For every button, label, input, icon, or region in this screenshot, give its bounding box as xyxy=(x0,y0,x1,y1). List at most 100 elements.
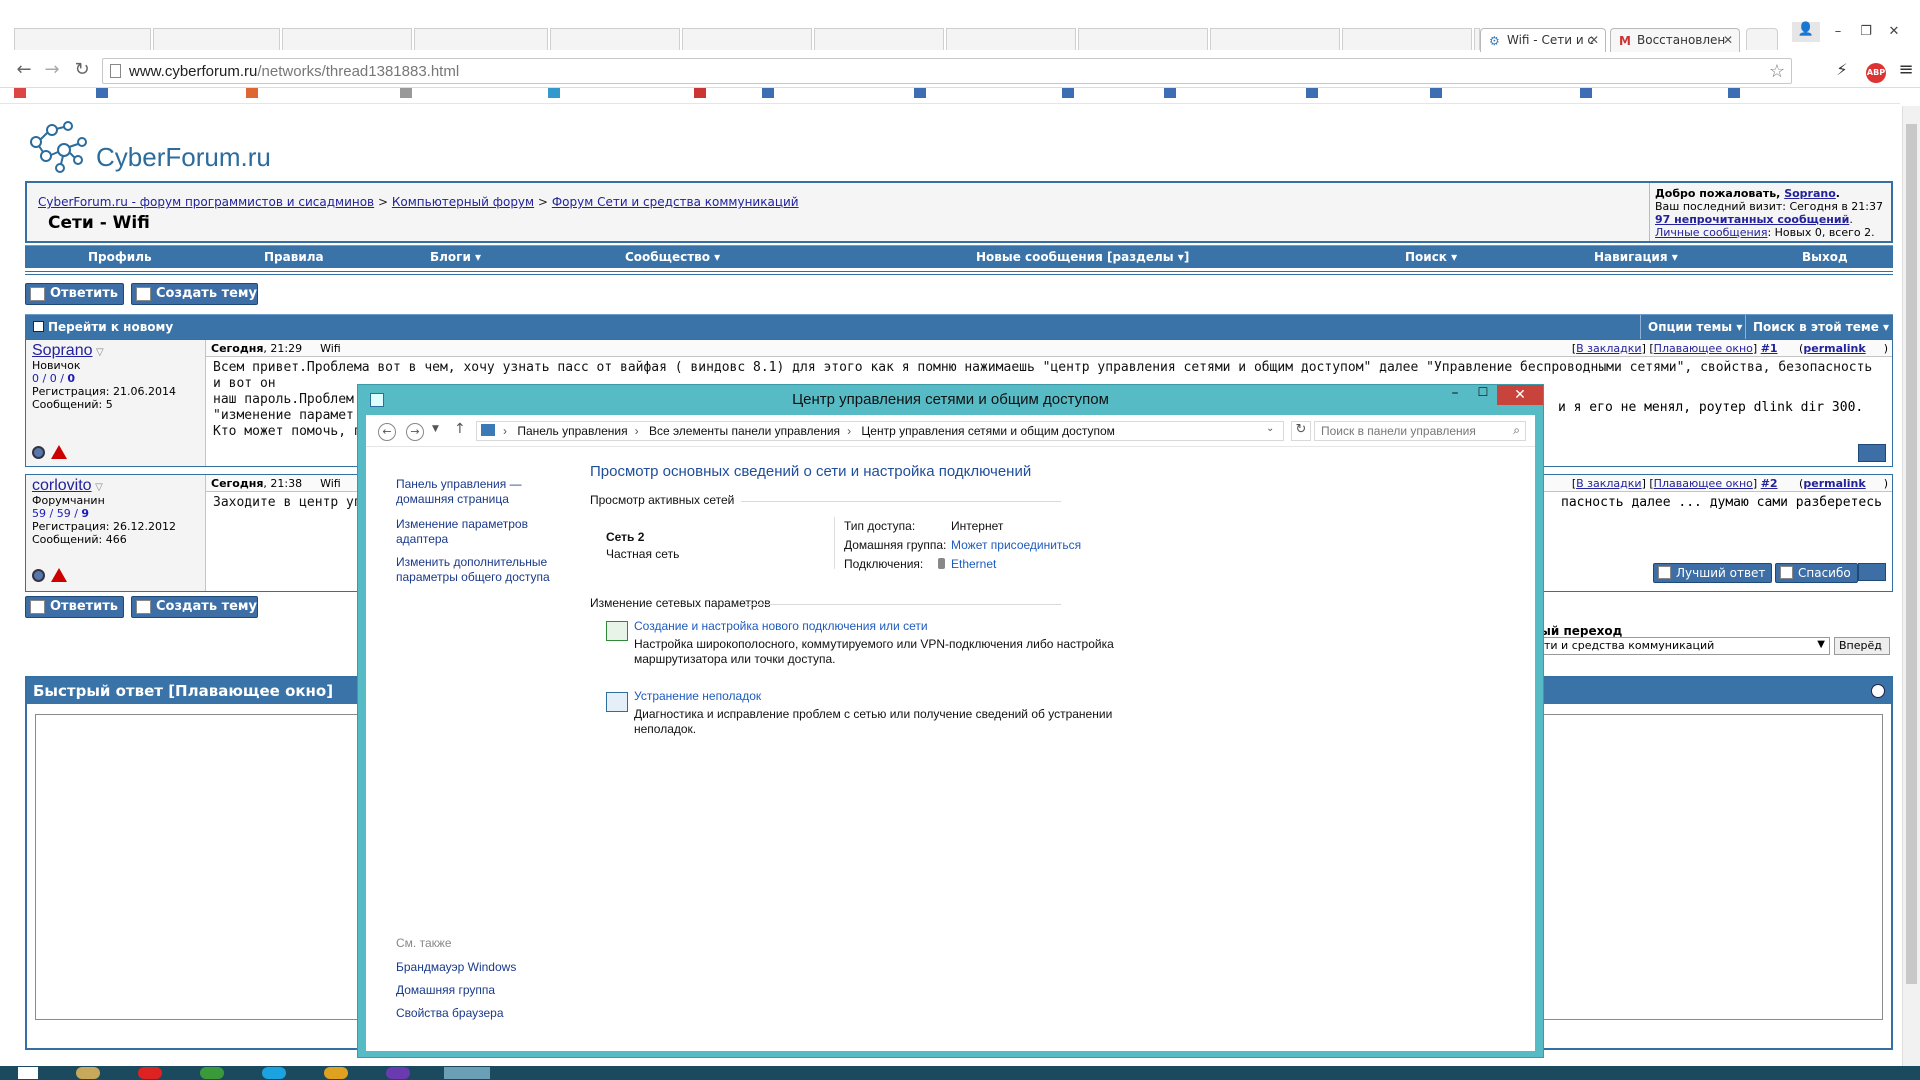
close-tab-icon[interactable]: ✕ xyxy=(1723,33,1733,47)
see-also-browser[interactable]: Свойства браузера xyxy=(396,1006,504,1021)
bookmark-item[interactable] xyxy=(1306,88,1321,100)
bookmark-item[interactable] xyxy=(1062,88,1077,100)
network-type[interactable]: Частная сеть xyxy=(606,547,679,562)
scrollbar-thumb[interactable] xyxy=(1906,124,1917,984)
control-panel-search[interactable]: Поиск в панели управления ⌕ xyxy=(1314,421,1526,441)
tab-hidden[interactable] xyxy=(414,28,548,50)
bookmark-link[interactable]: В закладки xyxy=(1576,342,1641,355)
float-window-link[interactable]: Плавающее окно xyxy=(1654,342,1753,355)
refresh-icon[interactable]: ↻ xyxy=(1291,421,1311,441)
close-tab-icon[interactable]: ✕ xyxy=(1589,33,1599,47)
username-link[interactable]: Soprano xyxy=(1784,187,1836,200)
bookmark-item[interactable] xyxy=(14,88,29,100)
up-arrow-icon[interactable]: ↑ xyxy=(454,421,466,437)
close-button[interactable]: ✕ xyxy=(1497,385,1543,405)
breadcrumb-path[interactable]: › Панель управления › Все элементы панели… xyxy=(476,421,1284,441)
tab-hidden[interactable] xyxy=(814,28,944,50)
back-arrow-icon[interactable]: ← xyxy=(378,423,396,441)
quick-jump-go-button[interactable]: Вперёд xyxy=(1834,637,1890,655)
see-also-homegroup[interactable]: Домашняя группа xyxy=(396,983,495,998)
minimize-button[interactable]: – xyxy=(1441,385,1469,405)
bookmark-star-icon[interactable]: ☆ xyxy=(1769,61,1785,82)
bookmark-item[interactable] xyxy=(400,88,415,100)
nav-logout[interactable]: Выход xyxy=(1802,250,1848,264)
bookmark-item[interactable] xyxy=(1728,88,1743,100)
breadcrumb-link-computer[interactable]: Компьютерный форум xyxy=(392,195,534,209)
tab-hidden[interactable] xyxy=(1078,28,1208,50)
path-segment[interactable]: Все элементы панели управления xyxy=(649,424,840,438)
extension-bolt-icon[interactable]: ⚡ xyxy=(1830,58,1854,82)
breadcrumb-link-home[interactable]: CyberForum.ru - форум программистов и си… xyxy=(38,195,374,209)
bookmark-item[interactable] xyxy=(1430,88,1445,100)
reply-button[interactable]: Ответить xyxy=(25,283,124,305)
bookmark-item[interactable] xyxy=(914,88,929,100)
minimize-button[interactable]: – xyxy=(1824,24,1852,44)
tab-hidden[interactable] xyxy=(1342,28,1472,50)
restore-button[interactable]: ❐ xyxy=(1852,24,1880,44)
post-username[interactable]: Soprano xyxy=(32,342,93,359)
nav-new-posts[interactable]: Новые сообщения [разделы ▾] xyxy=(976,250,1189,264)
troubleshoot-link[interactable]: Устранение неполадок xyxy=(634,689,761,704)
post-number-link[interactable]: #1 xyxy=(1761,342,1778,355)
quick-jump-select[interactable]: ти и средства коммуникаций ▼ xyxy=(1540,637,1830,655)
ethernet-link[interactable]: Ethernet xyxy=(938,557,996,572)
path-segment[interactable]: Панель управления xyxy=(517,424,627,438)
adblock-icon[interactable]: ABP xyxy=(1864,58,1888,83)
reputation-icon[interactable] xyxy=(32,569,45,582)
user-menu-icon[interactable]: ▽ xyxy=(96,347,104,358)
menu-icon[interactable]: ≡ xyxy=(1894,58,1918,82)
post-number-link[interactable]: #2 xyxy=(1761,477,1778,490)
thanks-button[interactable]: Спасибо xyxy=(1775,563,1858,583)
new-connection-link[interactable]: Создание и настройка нового подключения … xyxy=(634,619,928,634)
bookmark-item[interactable] xyxy=(96,88,111,100)
reload-icon[interactable]: ↻ xyxy=(70,58,94,82)
pm-link[interactable]: Личные сообщения xyxy=(1655,226,1767,239)
bookmark-link[interactable]: В закладки xyxy=(1576,477,1641,490)
bookmark-item[interactable] xyxy=(1580,88,1595,100)
report-warning-icon[interactable] xyxy=(51,445,67,459)
search-thread-menu[interactable]: Поиск в этой теме ▾ xyxy=(1753,320,1889,334)
quote-button[interactable] xyxy=(1858,444,1886,462)
collapse-icon[interactable] xyxy=(1871,684,1885,698)
go-to-new-link[interactable]: Перейти к новому xyxy=(33,320,173,334)
close-window-button[interactable]: ✕ xyxy=(1880,24,1908,44)
homegroup-join-link[interactable]: Может присоединиться xyxy=(951,538,1081,553)
nav-profile[interactable]: Профиль xyxy=(88,250,152,264)
quote-button[interactable] xyxy=(1858,563,1886,581)
tab-hidden[interactable] xyxy=(682,28,812,50)
report-warning-icon[interactable] xyxy=(51,568,67,582)
new-tab-button[interactable] xyxy=(1746,28,1778,50)
left-nav-adapter[interactable]: Изменение параметров адаптера xyxy=(396,517,528,547)
nav-navigation[interactable]: Навигация ▾ xyxy=(1594,250,1678,264)
explorer-icon[interactable] xyxy=(76,1067,100,1079)
tab-gmail[interactable]: M Восстановлен ✕ xyxy=(1610,28,1740,52)
recent-dropdown-icon[interactable]: ▼ xyxy=(432,424,439,434)
page-scrollbar[interactable] xyxy=(1902,106,1920,1066)
new-thread-button[interactable]: Создать тему xyxy=(131,283,258,305)
bookmark-item[interactable] xyxy=(1164,88,1179,100)
forward-arrow-icon[interactable]: → xyxy=(406,423,424,441)
control-panel-taskbar-icon[interactable] xyxy=(444,1067,490,1079)
bookmark-item[interactable] xyxy=(694,88,709,100)
tab-hidden[interactable] xyxy=(14,28,151,50)
see-also-firewall[interactable]: Брандмауэр Windows xyxy=(396,960,516,975)
tab-hidden[interactable] xyxy=(550,28,680,50)
back-arrow-icon[interactable]: ← xyxy=(12,58,36,82)
nav-rules[interactable]: Правила xyxy=(264,250,324,264)
tab-hidden[interactable] xyxy=(946,28,1076,50)
thread-options-menu[interactable]: Опции темы ▾ xyxy=(1648,320,1742,334)
app-icon[interactable] xyxy=(200,1067,224,1079)
tab-hidden[interactable] xyxy=(1210,28,1340,50)
nav-blogs[interactable]: Блоги ▾ xyxy=(430,250,481,264)
maximize-button[interactable]: ☐ xyxy=(1469,385,1497,405)
app-icon[interactable] xyxy=(386,1067,410,1079)
path-segment[interactable]: Центр управления сетями и общим доступом xyxy=(861,424,1115,438)
nav-community[interactable]: Сообщество ▾ xyxy=(625,250,720,264)
post-username[interactable]: corlovito xyxy=(32,477,92,494)
profile-icon[interactable]: 👤 xyxy=(1792,22,1820,42)
permalink[interactable]: permalink xyxy=(1803,477,1865,490)
start-icon[interactable] xyxy=(18,1067,38,1079)
left-nav-home[interactable]: Панель управления — домашняя страница xyxy=(396,477,522,507)
float-window-link[interactable]: Плавающее окно xyxy=(1654,477,1753,490)
skype-icon[interactable] xyxy=(262,1067,286,1079)
